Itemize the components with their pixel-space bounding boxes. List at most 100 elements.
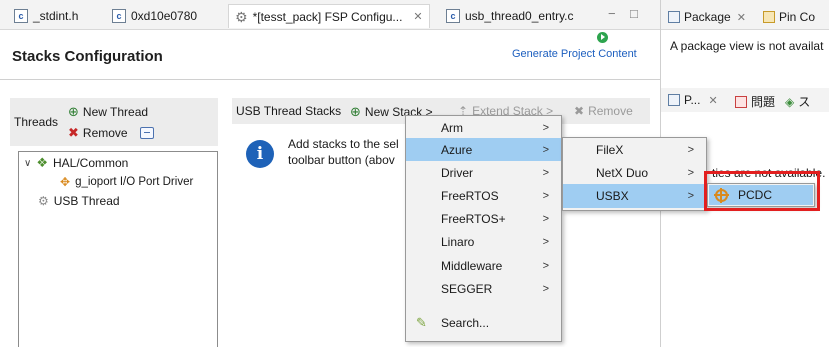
chevron-right-icon: > [542, 212, 549, 225]
collapse-all-icon[interactable] [139, 127, 154, 139]
info-line-1: Add stacks to the sel [288, 137, 399, 151]
add-thread-icon: ⊕ [68, 104, 79, 119]
tab-label: 0xd10e0780 [131, 9, 198, 23]
tree-item-label: HAL/Common [52, 156, 129, 170]
c-file-icon: c [14, 9, 28, 23]
gear-icon: ⚙ [235, 8, 248, 25]
new-thread-label: New Thread [82, 105, 149, 119]
chevron-down-icon[interactable]: ∨ [24, 158, 31, 169]
chevron-right-icon: > [542, 259, 549, 272]
chevron-right-icon: > [687, 190, 694, 202]
maximize-icon[interactable]: □ [630, 6, 638, 21]
menu-item-arm[interactable]: Arm > [406, 116, 561, 139]
search-wand-icon: ✎ [416, 314, 427, 330]
tab-label: Package [684, 10, 731, 24]
menu-item-freertos[interactable]: FreeRTOS > [406, 184, 561, 207]
threads-label: Threads [14, 115, 59, 129]
menu-item-label: Azure [441, 142, 473, 157]
tab-label: 問題 [751, 95, 776, 109]
highlight-callout [704, 171, 820, 211]
menu-item-label: USBX [596, 189, 629, 203]
generate-project-content-link[interactable]: Generate Project Content [512, 48, 637, 60]
menu-item-label: Search... [441, 315, 490, 330]
remove-thread-button[interactable]: ✖ Remove [68, 125, 154, 141]
menu-item-freertos-plus[interactable]: FreeRTOS+ > [406, 207, 561, 230]
tab-stdint[interactable]: c _stdint.h [8, 4, 84, 28]
close-icon[interactable]: ✕ [737, 11, 746, 24]
chevron-right-icon: > [687, 166, 694, 179]
package-message: A package view is not availat [670, 39, 824, 53]
menu-item-label: NetX Duo [596, 165, 649, 180]
tab-package[interactable]: Package ✕ [668, 10, 746, 24]
module-group-icon: ❖ [36, 155, 48, 170]
generate-play-icon[interactable] [597, 32, 608, 43]
tree-item-usb-thread[interactable]: ⚙ USB Thread [38, 192, 120, 210]
properties-icon [668, 94, 680, 106]
menu-item-netx-duo[interactable]: NetX Duo > [563, 161, 706, 184]
tab-label: Pin Co [779, 10, 816, 24]
remove-stack-button[interactable]: ✖ Remove [574, 104, 633, 118]
menu-item-linaro[interactable]: Linaro > [406, 230, 561, 253]
chevron-right-icon: > [542, 235, 549, 248]
tab-problems[interactable]: 問題 [735, 93, 775, 110]
tree-item-label: USB Thread [53, 194, 120, 208]
package-icon [668, 11, 680, 23]
menu-item-search[interactable]: ✎ Search... [406, 311, 561, 334]
tab-label: _stdint.h [33, 9, 79, 23]
minimize-icon[interactable]: − [608, 6, 616, 21]
menu-item-label: Middleware [441, 258, 503, 273]
pin-icon [763, 11, 775, 23]
tab-label: usb_thread0_entry.c [465, 9, 574, 23]
divider [0, 79, 660, 80]
new-stack-menu: Arm > Azure > Driver > FreeRTOS > FreeRT… [405, 115, 562, 342]
close-icon[interactable]: ✕ [413, 10, 422, 23]
chevron-right-icon: > [542, 189, 549, 202]
tab-third[interactable]: ◈ ス [785, 93, 810, 110]
remove-stack-label: Remove [588, 104, 633, 118]
tab-label: ス [798, 95, 811, 109]
c-file-icon: c [112, 9, 126, 23]
tree-item-label: g_ioport I/O Port Driver [75, 176, 194, 188]
stacks-header: USB Thread Stacks [236, 104, 342, 118]
menu-item-azure[interactable]: Azure > [406, 138, 561, 161]
tab-label: *[tesst_pack] FSP Configu... [252, 9, 403, 24]
tree-item-hal-common[interactable]: ∨ ❖ HAL/Common [24, 154, 128, 172]
info-line-2: toolbar button (abov [288, 153, 395, 167]
tree-item-ioport-driver[interactable]: ✥ g_ioport I/O Port Driver [60, 173, 193, 191]
azure-submenu: FileX > NetX Duo > USBX > [562, 137, 707, 211]
tab-label: P... [684, 93, 701, 107]
menu-item-label: Driver [441, 165, 473, 180]
menu-item-driver[interactable]: Driver > [406, 161, 561, 184]
tab-fsp-configuration[interactable]: ⚙ *[tesst_pack] FSP Configu... ✕ [228, 4, 430, 28]
menu-item-label: SEGGER [441, 281, 493, 296]
c-file-icon: c [446, 9, 460, 23]
menu-item-filex[interactable]: FileX > [563, 138, 706, 161]
tab-pin-configuration[interactable]: Pin Co [763, 10, 815, 24]
menu-item-label: FreeRTOS+ [441, 211, 506, 226]
menu-item-usbx[interactable]: USBX > [563, 184, 706, 208]
menu-item-middleware[interactable]: Middleware > [406, 254, 561, 277]
chevron-right-icon: > [542, 121, 549, 134]
menu-item-segger[interactable]: SEGGER > [406, 277, 561, 300]
menu-item-label: FileX [596, 142, 624, 157]
remove-thread-label: Remove [82, 126, 128, 140]
tab-usb-thread-entry[interactable]: c usb_thread0_entry.c [440, 4, 580, 28]
tab-properties[interactable]: P... ✕ [668, 93, 718, 107]
chevron-right-icon: > [542, 143, 549, 156]
thread-gear-icon: ⚙ [38, 194, 49, 208]
menu-item-label: Linaro [441, 234, 475, 249]
remove-thread-icon: ✖ [68, 125, 79, 140]
tab-icon: ◈ [785, 94, 795, 109]
problems-icon [735, 95, 747, 108]
tab-address[interactable]: c 0xd10e0780 [106, 4, 203, 28]
chevron-right-icon: > [542, 282, 549, 295]
new-thread-button[interactable]: ⊕ New Thread [68, 104, 148, 120]
chevron-right-icon: > [687, 143, 694, 156]
close-icon[interactable]: ✕ [708, 94, 717, 107]
page-title: Stacks Configuration [12, 48, 163, 65]
stacks-info-text: Add stacks to the sel toolbar button (ab… [288, 136, 399, 168]
add-stack-icon: ⊕ [350, 104, 361, 119]
chevron-right-icon: > [542, 166, 549, 179]
menu-item-label: FreeRTOS [441, 188, 499, 203]
menu-item-label: Arm [441, 120, 463, 135]
